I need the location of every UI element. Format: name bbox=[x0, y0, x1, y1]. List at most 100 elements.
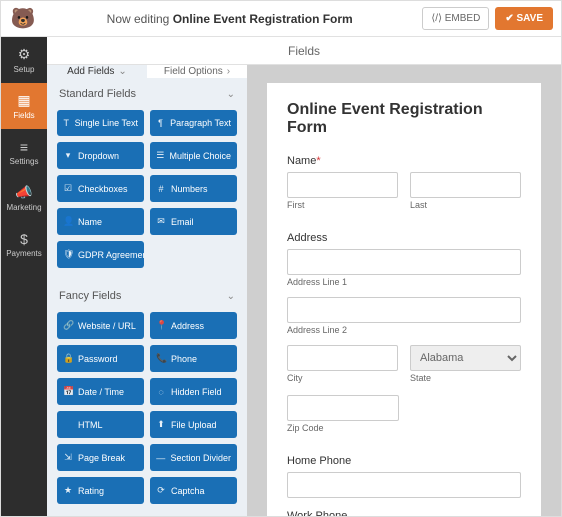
field-label: Name bbox=[78, 217, 102, 227]
field-label: Password bbox=[78, 354, 118, 364]
field-icon: # bbox=[156, 184, 166, 194]
field-hidden-field[interactable]: ◌ Hidden Field bbox=[150, 378, 237, 405]
field-password[interactable]: 🔒Password bbox=[57, 345, 144, 372]
field-icon: 📅 bbox=[63, 386, 73, 397]
field-numbers[interactable]: # Numbers bbox=[150, 175, 237, 202]
field-gdpr-agreement[interactable]: 🛡 GDPR Agreement bbox=[57, 241, 144, 268]
field-icon: T bbox=[63, 118, 70, 128]
field-html[interactable]: HTML bbox=[57, 411, 144, 438]
gear-icon: ⚙ bbox=[18, 46, 31, 63]
field-icon: 🔗 bbox=[63, 320, 73, 331]
field-address[interactable]: 📍 Address bbox=[150, 312, 237, 339]
field-website-url[interactable]: 🔗 Website / URL bbox=[57, 312, 144, 339]
panel-header: Fields bbox=[47, 37, 561, 65]
nav-setup[interactable]: ⚙Setup bbox=[1, 37, 47, 83]
input-first-name[interactable] bbox=[287, 172, 398, 198]
label-home-phone: Home Phone bbox=[287, 455, 521, 467]
sublabel-last: Last bbox=[410, 200, 521, 210]
field-paragraph-text[interactable]: ¶ Paragraph Text bbox=[150, 110, 237, 136]
sublabel-first: First bbox=[287, 200, 398, 210]
tab-field-options[interactable]: Field Options › bbox=[147, 65, 247, 78]
input-last-name[interactable] bbox=[410, 172, 521, 198]
field-icon: ◌ bbox=[156, 387, 166, 397]
field-label: GDPR Agreement bbox=[78, 250, 144, 260]
field-icon: 📍 bbox=[156, 320, 166, 331]
field-email[interactable]: ✉ Email bbox=[150, 208, 237, 235]
field-rating[interactable]: ★ Rating bbox=[57, 477, 144, 504]
field-name[interactable]: 👤 Name bbox=[57, 208, 144, 235]
input-address-1[interactable] bbox=[287, 249, 521, 275]
field-label: Date / Time bbox=[78, 387, 124, 397]
nav-marketing[interactable]: 📣Marketing bbox=[1, 175, 47, 221]
app-logo: 🐻 bbox=[9, 5, 37, 33]
sublabel-al2: Address Line 2 bbox=[287, 325, 521, 335]
chevron-right-icon: › bbox=[227, 66, 230, 77]
field-label: Checkboxes bbox=[78, 184, 128, 194]
field-label: Numbers bbox=[171, 184, 208, 194]
embed-button[interactable]: ⟨/⟩ EMBED bbox=[422, 7, 489, 30]
field-icon: ★ bbox=[63, 485, 73, 496]
field-captcha[interactable]: ⟳Captcha bbox=[150, 477, 237, 504]
input-city[interactable] bbox=[287, 345, 398, 371]
field-label: File Upload bbox=[171, 420, 217, 430]
field-checkboxes[interactable]: ☑Checkboxes bbox=[57, 175, 144, 202]
chevron-down-icon: ⌄ bbox=[227, 89, 235, 100]
nav-settings[interactable]: ≡Settings bbox=[1, 129, 47, 175]
field-single-line-text[interactable]: TSingle Line Text bbox=[57, 110, 144, 136]
editing-prefix: Now editing bbox=[107, 12, 173, 26]
chevron-down-icon: ⌄ bbox=[118, 66, 126, 77]
field-label: Multiple Choice bbox=[169, 151, 231, 161]
fields-panel: Add Fields ⌄ Field Options › Standard Fi… bbox=[47, 65, 247, 516]
select-state[interactable]: Alabama bbox=[410, 345, 521, 371]
section-fancy-fields[interactable]: Fancy Fields⌄ bbox=[47, 280, 247, 312]
field-date-time[interactable]: 📅 Date / Time bbox=[57, 378, 144, 405]
field-icon: — bbox=[156, 453, 165, 463]
label-address: Address bbox=[287, 232, 521, 244]
sublabel-state: State bbox=[410, 373, 521, 383]
input-zip[interactable] bbox=[287, 395, 399, 421]
field-multiple-choice[interactable]: ☰ Multiple Choice bbox=[150, 142, 237, 169]
field-icon: ☰ bbox=[156, 150, 164, 161]
field-icon: ✉ bbox=[156, 216, 166, 227]
form-preview: Online Event Registration Form Name* Fir… bbox=[247, 65, 561, 516]
field-phone[interactable]: 📞 Phone bbox=[150, 345, 237, 372]
sublabel-city: City bbox=[287, 373, 398, 383]
dollar-icon: $ bbox=[20, 231, 28, 247]
section-standard-fields[interactable]: Standard Fields⌄ bbox=[47, 78, 247, 110]
chevron-down-icon: ⌄ bbox=[227, 291, 235, 302]
field-icon: 👤 bbox=[63, 216, 73, 227]
field-icon: 🛡 bbox=[63, 249, 73, 260]
sublabel-al1: Address Line 1 bbox=[287, 277, 521, 287]
field-page-break[interactable]: ⇲ Page Break bbox=[57, 444, 144, 471]
field-label: Address bbox=[171, 321, 204, 331]
sliders-icon: ≡ bbox=[20, 139, 28, 155]
field-section-divider[interactable]: —Section Divider bbox=[150, 444, 237, 471]
nav-payments[interactable]: $Payments bbox=[1, 221, 47, 267]
sidebar-nav: ⚙Setup ▦Fields ≡Settings 📣Marketing $Pay… bbox=[1, 37, 47, 516]
label-work-phone: Work Phone bbox=[287, 510, 521, 516]
field-label: Hidden Field bbox=[171, 387, 222, 397]
editing-title: Now editing Online Event Registration Fo… bbox=[37, 12, 422, 26]
field-label: Page Break bbox=[78, 453, 125, 463]
field-label: Captcha bbox=[171, 486, 205, 496]
field-icon: ⇲ bbox=[63, 452, 73, 463]
tab-add-fields[interactable]: Add Fields ⌄ bbox=[47, 65, 147, 78]
field-label: Phone bbox=[171, 354, 197, 364]
form-title: Online Event Registration Form bbox=[287, 101, 521, 137]
field-icon: 📞 bbox=[156, 353, 166, 364]
nav-fields[interactable]: ▦Fields bbox=[1, 83, 47, 129]
sublabel-zip: Zip Code bbox=[287, 423, 399, 433]
grid-icon: ▦ bbox=[17, 92, 30, 109]
field-label: Rating bbox=[78, 486, 104, 496]
field-label: Paragraph Text bbox=[170, 118, 231, 128]
field-label: Email bbox=[171, 217, 194, 227]
field-label: Website / URL bbox=[78, 321, 136, 331]
field-file-upload[interactable]: ⬆ File Upload bbox=[150, 411, 237, 438]
input-home-phone[interactable] bbox=[287, 472, 521, 498]
field-dropdown[interactable]: ▾Dropdown bbox=[57, 142, 144, 169]
input-address-2[interactable] bbox=[287, 297, 521, 323]
form-name: Online Event Registration Form bbox=[173, 12, 353, 26]
field-icon: ⬆ bbox=[156, 419, 166, 430]
save-button[interactable]: ✔ SAVE bbox=[495, 7, 553, 30]
field-icon: ¶ bbox=[156, 118, 165, 128]
